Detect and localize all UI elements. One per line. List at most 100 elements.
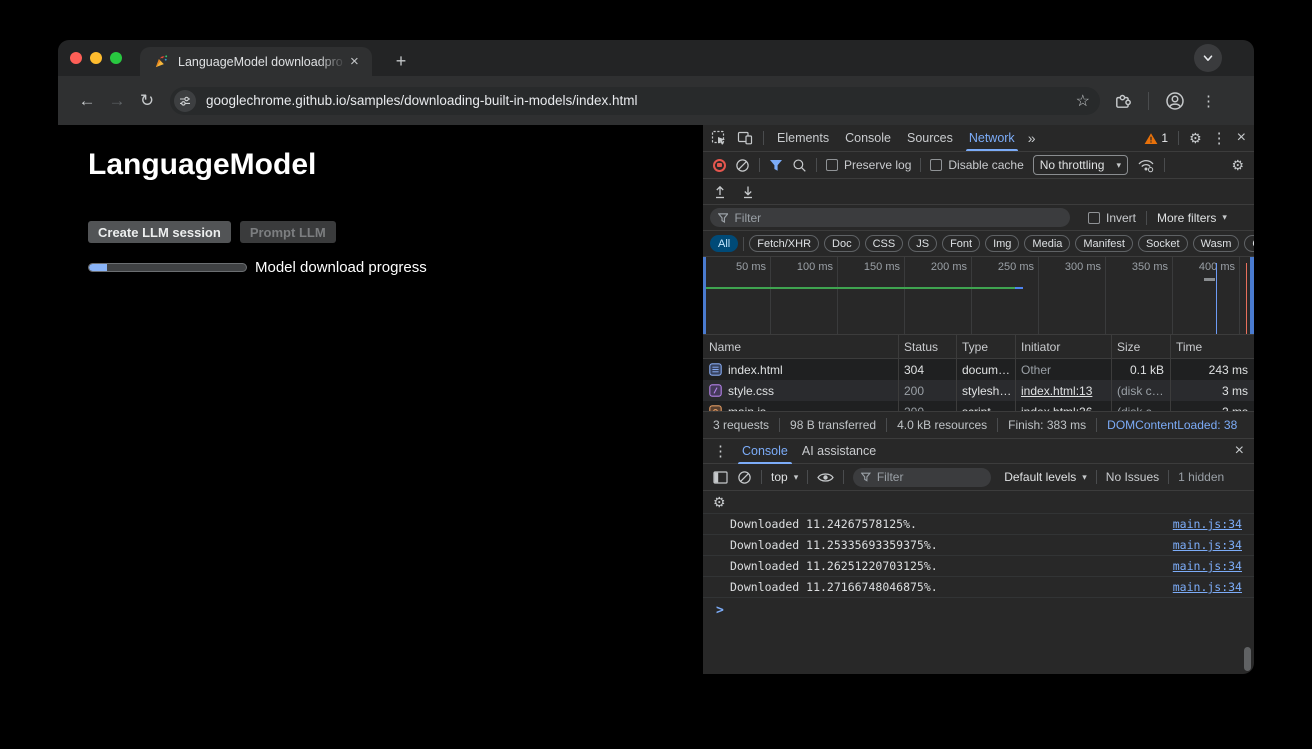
network-conditions-icon[interactable]	[1137, 158, 1155, 173]
col-initiator[interactable]: Initiator	[1015, 340, 1111, 354]
tab-sources[interactable]: Sources	[904, 126, 956, 151]
col-size[interactable]: Size	[1111, 340, 1170, 354]
inspect-element-icon[interactable]	[711, 130, 727, 146]
chip-other[interactable]: Other	[1244, 235, 1254, 252]
page-title: LanguageModel	[88, 148, 316, 182]
divider	[1096, 470, 1097, 484]
overview-left-handle[interactable]	[703, 257, 706, 334]
back-button[interactable]: ←	[72, 91, 102, 111]
overview-right-handle[interactable]	[1250, 257, 1254, 334]
chip-doc[interactable]: Doc	[824, 235, 860, 252]
tab-close-icon[interactable]: ×	[350, 54, 359, 69]
hidden-messages-label[interactable]: 1 hidden	[1178, 470, 1224, 484]
chip-socket[interactable]: Socket	[1138, 235, 1188, 252]
col-time[interactable]: Time	[1170, 340, 1254, 354]
live-expression-eye-icon[interactable]	[817, 471, 834, 484]
console-settings-gear-icon[interactable]: ⚙	[713, 494, 726, 511]
new-tab-button[interactable]: +	[388, 48, 414, 74]
network-filter-input[interactable]	[734, 211, 1062, 225]
load-event-marker	[1246, 263, 1247, 334]
console-prompt-chevron[interactable]: >	[716, 603, 724, 618]
table-row[interactable]: main.js 200 script index.html:26 (disk c…	[703, 401, 1254, 411]
reload-button[interactable]: ↻	[132, 91, 162, 111]
preserve-log-checkbox[interactable]: Preserve log	[826, 158, 911, 172]
site-settings-badge[interactable]	[174, 90, 196, 112]
source-link[interactable]: main.js:34	[1173, 517, 1242, 531]
minimize-window-button[interactable]	[90, 52, 102, 64]
drawer-menu-kebab-icon[interactable]: ⋮	[713, 442, 728, 460]
source-link[interactable]: main.js:34	[1173, 559, 1242, 573]
network-overview-timeline[interactable]: 50 ms 100 ms 150 ms 200 ms 250 ms 300 ms…	[703, 257, 1254, 335]
record-network-log-button[interactable]	[713, 159, 726, 172]
clear-network-log-icon[interactable]	[735, 158, 750, 173]
devtools-close-icon[interactable]: ×	[1237, 129, 1246, 147]
col-name[interactable]: Name	[703, 340, 898, 354]
chip-manifest[interactable]: Manifest	[1075, 235, 1133, 252]
create-llm-session-button[interactable]: Create LLM session	[88, 221, 231, 243]
console-prompt-area[interactable]: >	[703, 598, 1254, 674]
table-row[interactable]: style.css 200 stylesh… index.html:13 (di…	[703, 380, 1254, 401]
throttling-select[interactable]: No throttling ▾	[1033, 155, 1128, 175]
invert-checkbox[interactable]: Invert	[1088, 211, 1136, 225]
log-levels-select[interactable]: Default levels ▾	[1004, 470, 1087, 484]
chip-js[interactable]: JS	[908, 235, 937, 252]
filter-funnel-icon[interactable]	[769, 159, 783, 172]
col-status[interactable]: Status	[898, 340, 956, 354]
chip-font[interactable]: Font	[942, 235, 980, 252]
import-har-icon[interactable]	[713, 185, 727, 199]
more-filters-button[interactable]: More filters ▾	[1157, 211, 1227, 225]
extensions-puzzle-icon[interactable]	[1114, 92, 1132, 110]
address-bar[interactable]: googlechrome.github.io/samples/downloadi…	[170, 87, 1100, 115]
tick-label: 100 ms	[777, 261, 833, 273]
console-filter-field[interactable]	[853, 468, 991, 487]
initiator-link[interactable]: index.html:26	[1021, 405, 1092, 412]
domcontentloaded-time[interactable]: DOMContentLoaded: 38	[1107, 418, 1237, 432]
source-link[interactable]: main.js:34	[1173, 538, 1242, 552]
network-toolbar: Preserve log Disable cache No throttling…	[703, 152, 1254, 179]
network-settings-gear-icon[interactable]: ⚙	[1231, 157, 1244, 174]
source-link[interactable]: main.js:34	[1173, 580, 1242, 594]
chip-css[interactable]: CSS	[865, 235, 904, 252]
console-filter-input[interactable]	[877, 470, 983, 484]
initiator-link[interactable]: index.html:13	[1021, 384, 1092, 398]
drawer-tab-console[interactable]: Console	[742, 439, 788, 463]
tab-search-button[interactable]	[1194, 44, 1222, 72]
no-issues-label[interactable]: No Issues	[1106, 470, 1159, 484]
export-har-icon[interactable]	[741, 185, 755, 199]
context-selector[interactable]: top ▾	[771, 470, 798, 484]
close-window-button[interactable]	[70, 52, 82, 64]
disable-cache-checkbox[interactable]: Disable cache	[930, 158, 1023, 172]
console-sidebar-icon[interactable]	[713, 471, 728, 484]
tab-console[interactable]: Console	[842, 126, 894, 151]
console-scrollbar-thumb[interactable]	[1244, 647, 1251, 671]
bookmark-star-icon[interactable]: ☆	[1076, 91, 1090, 111]
drawer-tab-ai-assistance[interactable]: AI assistance	[802, 439, 876, 463]
col-type[interactable]: Type	[956, 340, 1015, 354]
forward-button[interactable]: →	[102, 91, 132, 111]
chip-img[interactable]: Img	[985, 235, 1019, 252]
browser-menu-kebab-icon[interactable]: ⋮	[1201, 92, 1216, 110]
requests-table-header[interactable]: Name Status Type Initiator Size Time	[703, 335, 1254, 359]
tab-network[interactable]: Network	[966, 126, 1018, 151]
chip-wasm[interactable]: Wasm	[1193, 235, 1240, 252]
devtools-menu-kebab-icon[interactable]: ⋮	[1212, 129, 1227, 147]
table-row[interactable]: index.html 304 docum… Other 0.1 kB 243 m…	[703, 359, 1254, 380]
browser-tab[interactable]: LanguageModel downloadpro ×	[140, 47, 372, 76]
zoom-window-button[interactable]	[110, 52, 122, 64]
chip-all[interactable]: All	[710, 235, 738, 252]
more-tabs-icon[interactable]: »	[1028, 130, 1036, 146]
tick-label: 300 ms	[1045, 261, 1101, 273]
clear-console-icon[interactable]	[737, 470, 752, 485]
profile-avatar-icon[interactable]	[1165, 91, 1185, 111]
chip-media[interactable]: Media	[1024, 235, 1070, 252]
issues-counter[interactable]: 1	[1144, 131, 1168, 145]
search-icon[interactable]	[792, 158, 807, 173]
network-filter-field[interactable]	[710, 208, 1070, 227]
chip-fetch-xhr[interactable]: Fetch/XHR	[749, 235, 819, 252]
settings-gear-icon[interactable]: ⚙	[1189, 130, 1202, 147]
tab-elements[interactable]: Elements	[774, 126, 832, 151]
drawer-close-icon[interactable]: ×	[1235, 442, 1244, 460]
domcontentloaded-marker	[1216, 263, 1217, 334]
device-toolbar-icon[interactable]	[737, 130, 753, 146]
url-text[interactable]: googlechrome.github.io/samples/downloadi…	[206, 93, 1076, 108]
